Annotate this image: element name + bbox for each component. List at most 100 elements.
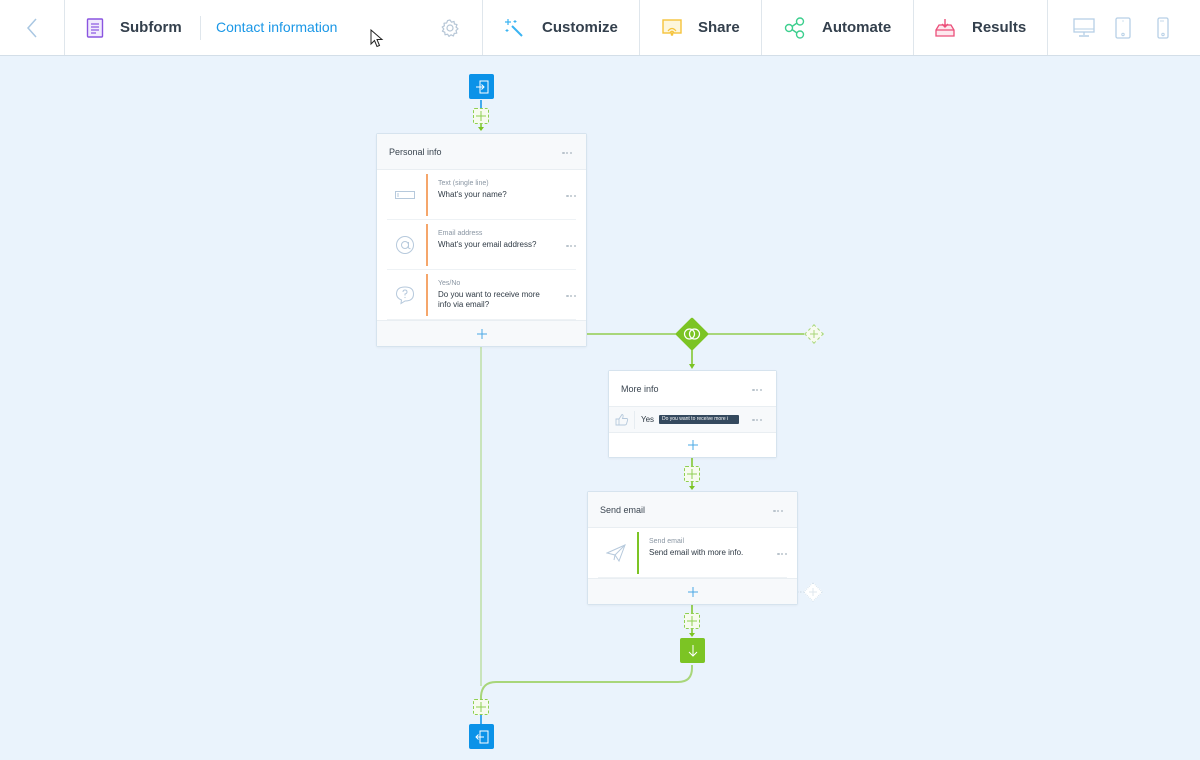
thumbs-up-icon bbox=[615, 414, 629, 426]
card-title: Personal info bbox=[389, 147, 442, 157]
action-type: Send email bbox=[649, 538, 685, 545]
share-screen-icon bbox=[662, 18, 682, 36]
tab-results[interactable]: Results bbox=[934, 0, 1026, 55]
divider bbox=[639, 0, 640, 55]
plus-icon bbox=[687, 616, 697, 626]
divider bbox=[200, 16, 201, 40]
more-options-icon[interactable] bbox=[562, 151, 572, 155]
plus-icon bbox=[809, 588, 817, 596]
add-step-button[interactable] bbox=[473, 108, 489, 124]
paper-plane-icon bbox=[604, 542, 628, 564]
action-row[interactable]: Send email Send email with more info. bbox=[598, 528, 787, 578]
plus-icon bbox=[687, 469, 697, 479]
exit-icon bbox=[474, 730, 488, 743]
more-info-card[interactable]: More info Yes Do you want to receive mor… bbox=[608, 370, 777, 458]
question-bubble-icon bbox=[393, 284, 417, 306]
arrow-down-icon bbox=[688, 644, 697, 657]
top-toolbar: Subform Contact information Customize Sh… bbox=[0, 0, 1200, 56]
mobile-icon[interactable] bbox=[1157, 17, 1169, 39]
personal-info-card[interactable]: Personal info Text (single line) What's … bbox=[376, 133, 587, 347]
tab-customize[interactable]: Customize bbox=[504, 0, 618, 55]
add-step-button[interactable] bbox=[473, 699, 489, 715]
end-node[interactable] bbox=[469, 724, 494, 749]
divider bbox=[482, 0, 483, 55]
magic-wand-icon bbox=[505, 18, 523, 37]
question-accent-bar bbox=[426, 224, 428, 266]
question-row[interactable]: Yes/No Do you want to receive more info … bbox=[387, 270, 576, 320]
divider bbox=[634, 411, 635, 429]
card-header: Personal info bbox=[377, 134, 586, 170]
tab-results-label: Results bbox=[972, 19, 1027, 36]
desktop-icon[interactable] bbox=[1073, 18, 1095, 38]
more-options-icon[interactable] bbox=[752, 418, 762, 422]
add-question-button[interactable] bbox=[377, 320, 586, 346]
more-options-icon[interactable] bbox=[777, 552, 787, 556]
more-options-icon[interactable] bbox=[566, 194, 576, 198]
branch-node[interactable] bbox=[675, 317, 709, 351]
flow-canvas: Personal info Text (single line) What's … bbox=[0, 56, 1200, 760]
question-row[interactable]: Email address What's your email address? bbox=[387, 220, 576, 270]
question-accent-bar bbox=[426, 274, 428, 316]
form-name-link[interactable]: Contact information bbox=[216, 19, 337, 35]
plus-icon bbox=[810, 330, 818, 338]
question-type: Email address bbox=[438, 230, 483, 237]
tab-share-label: Share bbox=[698, 19, 740, 36]
card-header: More info bbox=[609, 371, 776, 407]
question-type: Yes/No bbox=[438, 280, 461, 287]
tab-share[interactable]: Share bbox=[662, 0, 740, 55]
plus-icon bbox=[476, 702, 486, 712]
arrow-head bbox=[478, 127, 484, 131]
start-node[interactable] bbox=[469, 74, 494, 99]
plus-icon bbox=[476, 111, 486, 121]
arrow-head bbox=[689, 633, 695, 637]
question-type: Text (single line) bbox=[438, 180, 489, 187]
condition-row[interactable]: Yes Do you want to receive more i bbox=[609, 407, 776, 433]
condition-value: Yes bbox=[641, 415, 655, 424]
chevron-left-icon bbox=[26, 18, 37, 37]
action-accent-bar bbox=[637, 532, 639, 574]
subform-label: Subform bbox=[120, 19, 182, 36]
question-text: Do you want to receive more info via ema… bbox=[438, 290, 540, 309]
workflow-icon bbox=[784, 16, 805, 39]
tab-automate-label: Automate bbox=[822, 19, 892, 36]
divider bbox=[1047, 0, 1048, 55]
more-options-icon[interactable] bbox=[566, 294, 576, 298]
divider bbox=[64, 0, 65, 55]
add-step-button[interactable] bbox=[684, 466, 700, 482]
question-row[interactable]: Text (single line) What's your name? bbox=[387, 170, 576, 220]
plus-icon bbox=[476, 328, 487, 339]
more-options-icon[interactable] bbox=[773, 509, 783, 513]
add-step-button[interactable] bbox=[684, 613, 700, 629]
document-icon bbox=[86, 17, 104, 38]
gear-icon[interactable] bbox=[440, 18, 460, 38]
plus-icon bbox=[687, 440, 698, 450]
condition-question-tag: Do you want to receive more i bbox=[659, 415, 739, 424]
at-sign-icon bbox=[393, 234, 417, 256]
add-action-button[interactable] bbox=[588, 578, 797, 604]
card-header: Send email bbox=[588, 492, 797, 528]
tab-customize-label: Customize bbox=[542, 19, 618, 36]
branch-icon bbox=[683, 328, 701, 340]
plus-icon bbox=[687, 586, 698, 597]
divider bbox=[761, 0, 762, 55]
enter-icon bbox=[475, 80, 488, 93]
subform-title: Subform bbox=[86, 0, 182, 55]
arrow-head bbox=[689, 486, 695, 490]
send-email-card[interactable]: Send email Send email Send email with mo… bbox=[587, 491, 798, 605]
more-options-icon[interactable] bbox=[752, 388, 762, 392]
tab-automate[interactable]: Automate bbox=[784, 0, 891, 55]
connector-lines bbox=[478, 100, 806, 724]
card-title: More info bbox=[621, 384, 659, 394]
more-options-icon[interactable] bbox=[566, 244, 576, 248]
question-text: What's your email address? bbox=[438, 240, 537, 249]
arrow-head bbox=[689, 364, 695, 369]
back-button[interactable] bbox=[0, 0, 64, 55]
add-condition-button[interactable] bbox=[609, 433, 776, 457]
join-node[interactable] bbox=[680, 638, 705, 663]
text-field-icon bbox=[393, 184, 417, 206]
question-accent-bar bbox=[426, 174, 428, 216]
divider bbox=[913, 0, 914, 55]
action-text: Send email with more info. bbox=[649, 548, 744, 557]
tablet-icon[interactable] bbox=[1115, 17, 1131, 39]
question-text: What's your name? bbox=[438, 190, 507, 199]
